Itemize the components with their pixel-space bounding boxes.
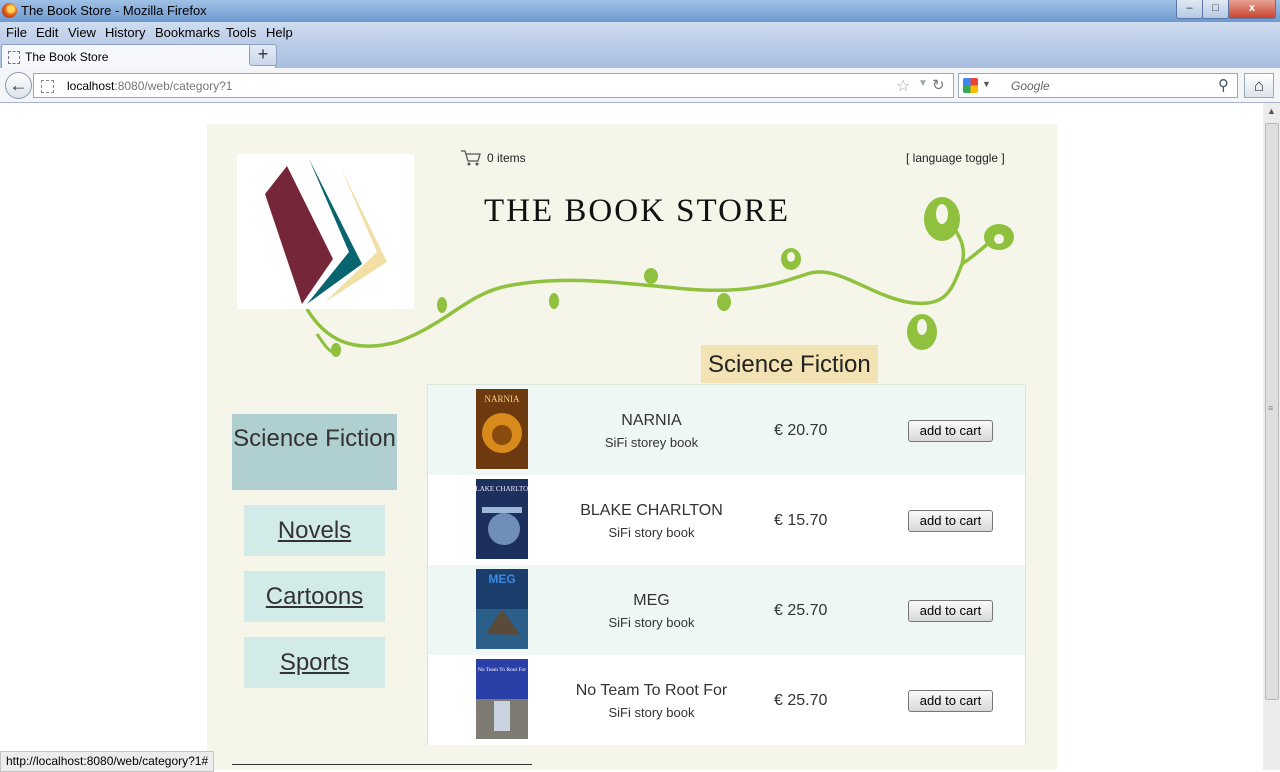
cover-title: No Team To Root For xyxy=(478,667,526,673)
url-text[interactable]: localhost:8080/web/category?1 xyxy=(67,79,232,93)
bookmark-star-icon[interactable]: ☆ xyxy=(896,76,910,96)
scrollbar-grip-icon: ≡ xyxy=(1268,403,1274,413)
product-description: SiFi story book xyxy=(608,705,695,720)
product-price: € 25.70 xyxy=(774,692,828,709)
navigation-toolbar: ← localhost:8080/web/category?1 ☆ ▼ ↻ ▼ … xyxy=(0,68,1280,103)
category-novels-link[interactable]: Novels xyxy=(244,505,385,556)
product-row: BLAKE CHARLTON BLAKE CHARLTON SiFi story… xyxy=(428,475,1025,565)
product-row: NARNIA NARNIA SiFi storey book € 20.70 a… xyxy=(428,385,1025,475)
back-button[interactable]: ← xyxy=(5,72,32,99)
cover-title: NARNIA xyxy=(485,394,520,404)
page-icon xyxy=(8,51,20,64)
scroll-up-arrow-icon[interactable]: ▲ xyxy=(1263,103,1280,120)
product-name: No Team To Root For xyxy=(575,682,728,699)
cart-item-count: 0 items xyxy=(487,151,526,165)
product-description: SiFi story book xyxy=(608,615,695,630)
minimize-button[interactable]: – xyxy=(1176,0,1203,19)
tab-label: The Book Store xyxy=(25,50,109,64)
product-cover-blake-charlton[interactable]: BLAKE CHARLTON xyxy=(476,479,528,559)
product-description: SiFi story book xyxy=(608,525,695,540)
book-logo-icon xyxy=(265,159,387,304)
product-table: NARNIA NARNIA SiFi storey book € 20.70 a… xyxy=(427,384,1026,745)
url-host: localhost xyxy=(67,79,115,93)
product-price: € 15.70 xyxy=(774,512,828,529)
maximize-button[interactable]: □ xyxy=(1202,0,1229,19)
language-toggle[interactable]: [ language toggle ] xyxy=(906,151,1005,165)
vertical-scrollbar[interactable]: ▲ ≡ xyxy=(1263,103,1280,770)
url-path: :8080/web/category?1 xyxy=(114,79,233,93)
store-title: THE BOOK STORE xyxy=(484,193,791,229)
add-to-cart-button[interactable]: add to cart xyxy=(908,690,993,712)
store-logo[interactable] xyxy=(237,154,414,309)
site-identity-icon[interactable] xyxy=(41,80,54,93)
category-cartoons-link[interactable]: Cartoons xyxy=(244,571,385,622)
firefox-icon xyxy=(2,3,17,18)
add-to-cart-button[interactable]: add to cart xyxy=(908,600,993,622)
menu-bookmarks[interactable]: Bookmarks xyxy=(155,25,220,40)
product-cover-no-team-to-root-for[interactable]: No Team To Root For xyxy=(476,659,528,739)
status-bar-url: http://localhost:8080/web/category?1# xyxy=(0,751,215,772)
product-price: € 25.70 xyxy=(774,602,828,619)
product-cover-narnia[interactable]: NARNIA xyxy=(476,389,528,469)
menu-tools[interactable]: Tools xyxy=(226,25,256,40)
category-science-fiction-selected[interactable]: Science Fiction xyxy=(232,414,397,490)
history-dropdown-icon[interactable]: ▼ xyxy=(918,78,928,89)
product-name: MEG xyxy=(633,592,670,609)
product-cover-meg[interactable]: MEG xyxy=(476,569,528,649)
menu-edit[interactable]: Edit xyxy=(36,25,58,40)
page-container: 0 items [ language toggle ] THE BOOK STO… xyxy=(207,124,1057,770)
product-name: BLAKE CHARLTON xyxy=(580,502,723,519)
search-icon[interactable]: ⚲ xyxy=(1218,76,1229,94)
product-description: SiFi storey book xyxy=(604,435,699,450)
new-tab-button[interactable]: + xyxy=(249,44,277,66)
product-row: MEG MEG SiFi story book € 25.70 add to c… xyxy=(428,565,1025,655)
product-row: No Team To Root For No Team To Root For … xyxy=(428,655,1025,745)
shopping-cart-icon xyxy=(461,150,481,166)
product-name: NARNIA xyxy=(621,412,682,429)
menu-history[interactable]: History xyxy=(105,25,145,40)
product-price: € 20.70 xyxy=(774,422,828,439)
add-to-cart-button[interactable]: add to cart xyxy=(908,420,993,442)
footer-divider xyxy=(232,764,532,765)
home-button[interactable]: ⌂ xyxy=(1244,73,1274,98)
cover-title: MEG xyxy=(488,572,515,586)
google-icon[interactable] xyxy=(963,78,978,93)
add-to-cart-button[interactable]: add to cart xyxy=(908,510,993,532)
window-titlebar: The Book Store - Mozilla Firefox – □ x xyxy=(0,0,1280,22)
reload-icon[interactable]: ↻ xyxy=(932,76,945,94)
url-bar[interactable]: localhost:8080/web/category?1 ☆ ▼ ↻ xyxy=(33,73,954,98)
search-bar[interactable]: ▼ Google ⚲ xyxy=(958,73,1238,98)
search-engine-dropdown-icon[interactable]: ▼ xyxy=(982,79,991,89)
window-title: The Book Store - Mozilla Firefox xyxy=(21,3,207,18)
category-title: Science Fiction xyxy=(701,345,878,383)
cart-summary[interactable]: 0 items xyxy=(460,149,526,170)
tab-bar: The Book Store + xyxy=(0,42,1280,68)
menu-view[interactable]: View xyxy=(68,25,96,40)
menu-help[interactable]: Help xyxy=(266,25,293,40)
tab-the-book-store[interactable]: The Book Store xyxy=(1,44,276,68)
cover-title: BLAKE CHARLTON xyxy=(476,485,528,493)
search-input[interactable]: Google xyxy=(1011,79,1050,93)
menu-bar: File Edit View History Bookmarks Tools H… xyxy=(0,22,1280,42)
menu-file[interactable]: File xyxy=(6,25,27,40)
close-button[interactable]: x xyxy=(1228,0,1276,19)
category-sports-link[interactable]: Sports xyxy=(244,637,385,688)
